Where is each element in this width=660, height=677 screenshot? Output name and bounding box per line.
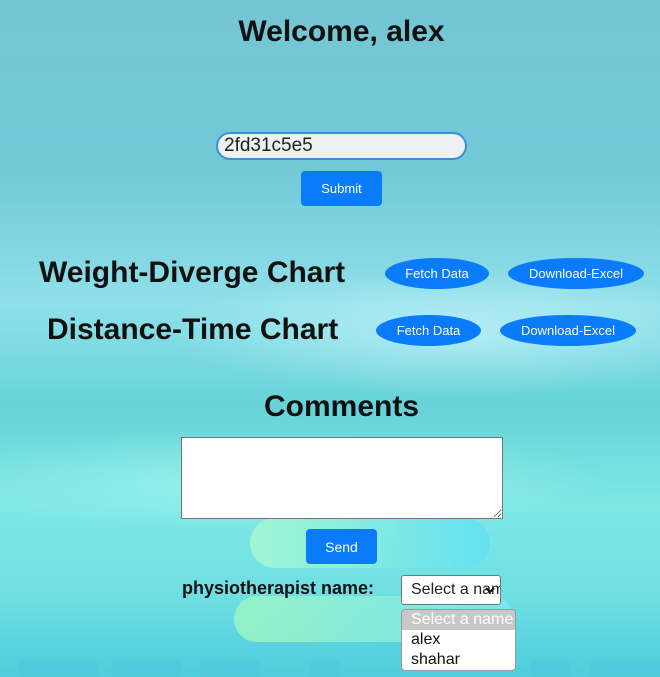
code-input[interactable]: [216, 132, 467, 160]
fetch-data-button-distance[interactable]: Fetch Data: [376, 315, 481, 346]
decorative-bottom-strip: [0, 661, 660, 677]
weight-diverge-chart-title: Weight-Diverge Chart: [39, 256, 346, 289]
download-excel-button-distance[interactable]: Download-Excel: [500, 315, 636, 346]
comment-textarea[interactable]: [181, 437, 503, 519]
dropdown-option[interactable]: Select a name: [402, 610, 515, 630]
download-excel-button-weight[interactable]: Download-Excel: [508, 258, 644, 289]
welcome-heading: Welcome, alex: [238, 15, 445, 48]
physiotherapist-label: physiotherapist name:: [182, 578, 375, 598]
distance-time-chart-title: Distance-Time Chart: [47, 313, 339, 346]
physiotherapist-select[interactable]: Select a name: [401, 575, 501, 605]
comments-heading: Comments: [263, 390, 420, 423]
submit-button[interactable]: Submit: [301, 171, 382, 206]
fetch-data-button-weight[interactable]: Fetch Data: [385, 258, 489, 289]
dropdown-option[interactable]: alex: [402, 630, 515, 650]
chevron-down-icon: [485, 587, 495, 594]
background-wave: [0, 200, 660, 420]
send-button[interactable]: Send: [306, 529, 377, 564]
